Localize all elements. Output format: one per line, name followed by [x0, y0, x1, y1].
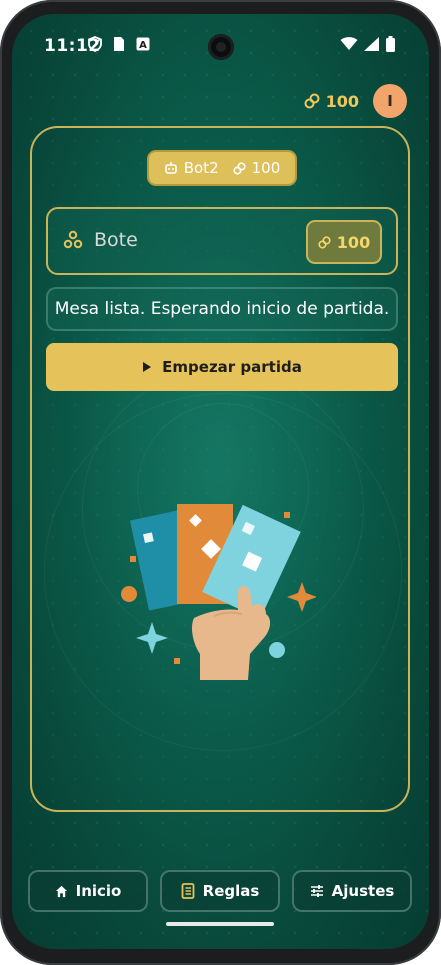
phone-frame: 11:12 A 100 I Bot2 100 Bote 100 Mesa lis…	[0, 0, 441, 965]
bot-name: Bot2	[183, 159, 219, 177]
battery-icon	[386, 36, 395, 52]
book-icon	[181, 883, 195, 899]
home-indicator[interactable]	[166, 922, 274, 926]
coin-balance: 100	[304, 92, 359, 111]
nav-reglas-button[interactable]: Reglas	[160, 870, 280, 912]
game-table-card: Bot2 100 Bote 100 Mesa lista. Esperando …	[30, 126, 410, 812]
orange-dot	[121, 586, 137, 602]
cards-in-hand-illustration	[121, 504, 316, 680]
nav-reglas-label: Reglas	[202, 882, 260, 900]
status-right-icons	[340, 36, 395, 52]
sparkle-square	[284, 512, 290, 518]
star-icon	[287, 582, 316, 612]
start-game-button[interactable]: Empezar partida	[46, 343, 398, 391]
nav-inicio-label: Inicio	[75, 882, 122, 900]
keyboard-a-icon: A	[136, 37, 150, 51]
table-status-message: Mesa lista. Esperando inicio de partida.	[46, 287, 398, 331]
sliders-icon	[310, 885, 323, 897]
coin-balance-value: 100	[325, 91, 359, 111]
pot-label: Bote	[94, 229, 138, 251]
signal-icon	[364, 37, 379, 51]
bot-coins: 100	[251, 159, 281, 177]
coins-icon	[318, 235, 331, 249]
bot-player-chip: Bot2 100	[147, 150, 297, 186]
wifi-icon	[340, 37, 358, 50]
coin-stack-icon	[63, 230, 83, 249]
top-bar: 100 I	[304, 84, 407, 118]
coins-icon	[304, 93, 320, 109]
home-icon	[55, 885, 67, 897]
sparkle-square	[130, 556, 136, 562]
pot-amount-badge: 100	[306, 220, 382, 264]
sim-card-icon	[114, 37, 124, 51]
robot-icon	[164, 162, 177, 174]
shield-icon	[88, 36, 102, 52]
start-game-label: Empezar partida	[162, 358, 302, 376]
pot-amount: 100	[336, 232, 371, 252]
play-icon	[143, 362, 152, 372]
avatar[interactable]: I	[373, 84, 407, 118]
screen: 11:12 A 100 I Bot2 100 Bote 100 Mesa lis…	[12, 14, 429, 949]
sparkle-icon	[136, 622, 168, 654]
svg-text:A: A	[139, 40, 147, 51]
coins-icon	[233, 161, 246, 175]
nav-ajustes-button[interactable]: Ajustes	[292, 870, 412, 912]
status-left-icons: A	[88, 36, 150, 52]
sparkle-square	[174, 658, 180, 664]
front-camera	[208, 34, 234, 60]
nav-ajustes-label: Ajustes	[331, 882, 395, 900]
status-bar: 11:12 A	[12, 14, 429, 74]
pot-panel: Bote 100	[46, 207, 398, 275]
cyan-dot	[269, 642, 285, 658]
nav-inicio-button[interactable]: Inicio	[28, 870, 148, 912]
bottom-navigation: Inicio Reglas Ajustes	[28, 870, 412, 914]
